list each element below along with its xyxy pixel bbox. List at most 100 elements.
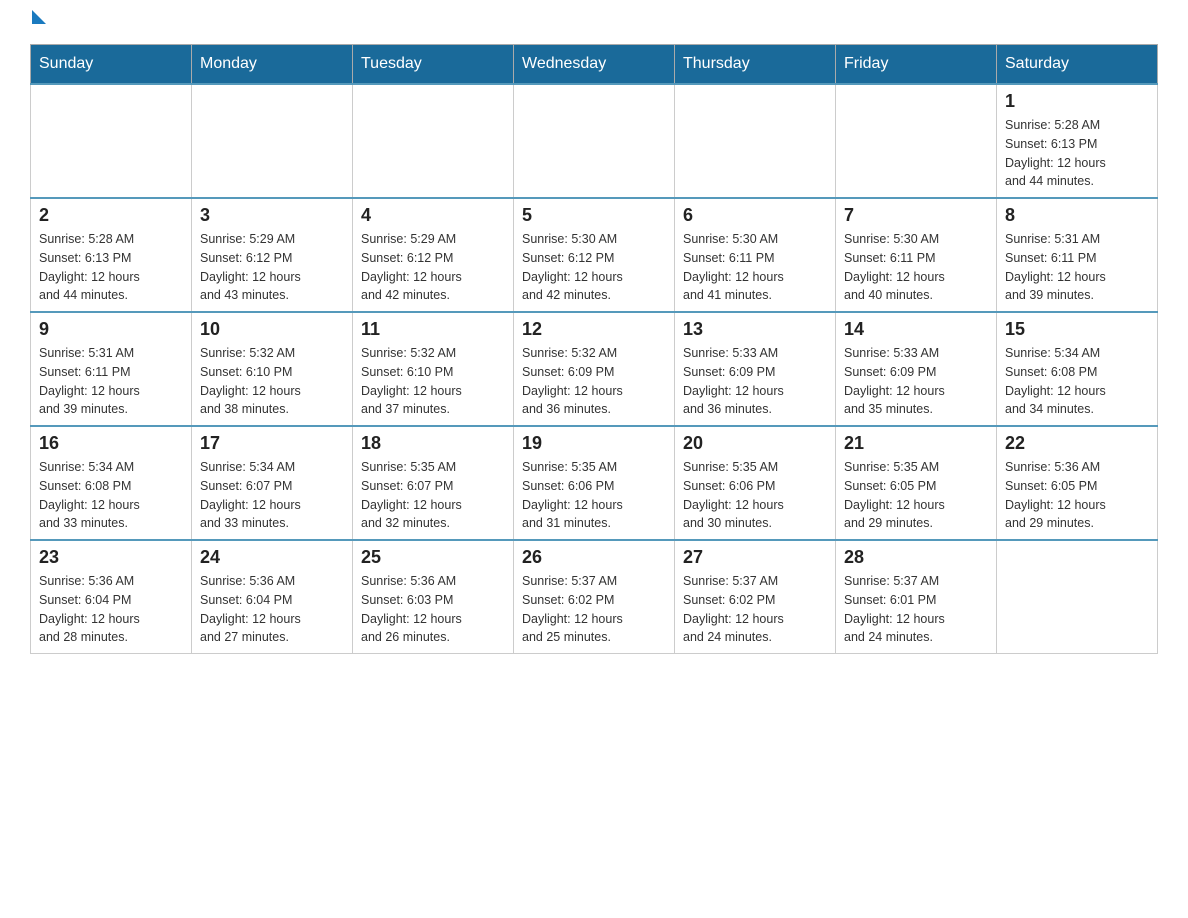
day-number: 20 [683, 433, 827, 454]
calendar-day-cell: 25 Sunrise: 5:36 AM Sunset: 6:03 PM Dayli… [353, 540, 514, 654]
day-number: 23 [39, 547, 183, 568]
day-info: Sunrise: 5:29 AM Sunset: 6:12 PM Dayligh… [200, 230, 344, 305]
day-info: Sunrise: 5:28 AM Sunset: 6:13 PM Dayligh… [1005, 116, 1149, 191]
calendar-day-cell [675, 84, 836, 198]
day-number: 27 [683, 547, 827, 568]
day-info: Sunrise: 5:30 AM Sunset: 6:12 PM Dayligh… [522, 230, 666, 305]
day-header-thursday: Thursday [675, 45, 836, 85]
calendar-week-row: 16Sunrise: 5:34 AM Sunset: 6:08 PM Dayli… [31, 426, 1158, 540]
calendar-day-cell: 26Sunrise: 5:37 AM Sunset: 6:02 PM Dayli… [514, 540, 675, 654]
day-number: 25 [361, 547, 505, 568]
day-number: 9 [39, 319, 183, 340]
day-number: 1 [1005, 91, 1149, 112]
day-info: Sunrise: 5:35 AM Sunset: 6:05 PM Dayligh… [844, 458, 988, 533]
calendar-day-cell [192, 84, 353, 198]
calendar-day-cell [514, 84, 675, 198]
day-info: Sunrise: 5:29 AM Sunset: 6:12 PM Dayligh… [361, 230, 505, 305]
day-number: 17 [200, 433, 344, 454]
calendar-day-cell: 17 Sunrise: 5:34 AM Sunset: 6:07 PM Dayli… [192, 426, 353, 540]
day-info: Sunrise: 5:36 AM Sunset: 6:04 PM Dayligh… [200, 572, 344, 647]
day-info: Sunrise: 5:35 AM Sunset: 6:06 PM Dayligh… [683, 458, 827, 533]
calendar-day-cell [31, 84, 192, 198]
day-info: Sunrise: 5:35 AM Sunset: 6:06 PM Dayligh… [522, 458, 666, 533]
day-number: 26 [522, 547, 666, 568]
calendar-day-cell: 6 Sunrise: 5:30 AM Sunset: 6:11 PM Daylig… [675, 198, 836, 312]
day-number: 24 [200, 547, 344, 568]
day-number: 12 [522, 319, 666, 340]
calendar-day-cell: 28 Sunrise: 5:37 AM Sunset: 6:01 PM Dayli… [836, 540, 997, 654]
calendar-week-row: 2 Sunrise: 5:28 AM Sunset: 6:13 PM Daylig… [31, 198, 1158, 312]
day-number: 18 [361, 433, 505, 454]
calendar-day-cell: 4 Sunrise: 5:29 AM Sunset: 6:12 PM Daylig… [353, 198, 514, 312]
calendar-day-cell: 23 Sunrise: 5:36 AM Sunset: 6:04 PM Dayli… [31, 540, 192, 654]
calendar-week-row: 23 Sunrise: 5:36 AM Sunset: 6:04 PM Dayli… [31, 540, 1158, 654]
logo-arrow-icon [32, 10, 46, 24]
day-info: Sunrise: 5:32 AM Sunset: 6:10 PM Dayligh… [200, 344, 344, 419]
day-info: Sunrise: 5:32 AM Sunset: 6:09 PM Dayligh… [522, 344, 666, 419]
calendar-day-cell: 24 Sunrise: 5:36 AM Sunset: 6:04 PM Dayli… [192, 540, 353, 654]
calendar-day-cell: 20 Sunrise: 5:35 AM Sunset: 6:06 PM Dayli… [675, 426, 836, 540]
calendar-day-cell: 13Sunrise: 5:33 AM Sunset: 6:09 PM Dayli… [675, 312, 836, 426]
day-number: 22 [1005, 433, 1149, 454]
day-info: Sunrise: 5:34 AM Sunset: 6:08 PM Dayligh… [39, 458, 183, 533]
day-number: 13 [683, 319, 827, 340]
calendar-day-cell: 10 Sunrise: 5:32 AM Sunset: 6:10 PM Dayli… [192, 312, 353, 426]
day-number: 21 [844, 433, 988, 454]
day-info: Sunrise: 5:31 AM Sunset: 6:11 PM Dayligh… [1005, 230, 1149, 305]
day-number: 7 [844, 205, 988, 226]
day-number: 15 [1005, 319, 1149, 340]
day-info: Sunrise: 5:34 AM Sunset: 6:08 PM Dayligh… [1005, 344, 1149, 419]
day-number: 5 [522, 205, 666, 226]
day-info: Sunrise: 5:31 AM Sunset: 6:11 PM Dayligh… [39, 344, 183, 419]
day-number: 14 [844, 319, 988, 340]
calendar-day-cell: 18Sunrise: 5:35 AM Sunset: 6:07 PM Dayli… [353, 426, 514, 540]
calendar-day-cell [353, 84, 514, 198]
day-number: 6 [683, 205, 827, 226]
logo [30, 20, 46, 24]
day-number: 2 [39, 205, 183, 226]
calendar-day-cell: 5 Sunrise: 5:30 AM Sunset: 6:12 PM Daylig… [514, 198, 675, 312]
day-header-tuesday: Tuesday [353, 45, 514, 85]
day-header-saturday: Saturday [997, 45, 1158, 85]
day-info: Sunrise: 5:36 AM Sunset: 6:03 PM Dayligh… [361, 572, 505, 647]
day-info: Sunrise: 5:30 AM Sunset: 6:11 PM Dayligh… [844, 230, 988, 305]
calendar-day-cell: 16Sunrise: 5:34 AM Sunset: 6:08 PM Dayli… [31, 426, 192, 540]
calendar-table: SundayMondayTuesdayWednesdayThursdayFrid… [30, 44, 1158, 654]
day-info: Sunrise: 5:28 AM Sunset: 6:13 PM Dayligh… [39, 230, 183, 305]
calendar-day-cell: 19 Sunrise: 5:35 AM Sunset: 6:06 PM Dayli… [514, 426, 675, 540]
day-number: 10 [200, 319, 344, 340]
day-number: 3 [200, 205, 344, 226]
day-info: Sunrise: 5:37 AM Sunset: 6:01 PM Dayligh… [844, 572, 988, 647]
day-header-monday: Monday [192, 45, 353, 85]
calendar-day-cell: 9 Sunrise: 5:31 AM Sunset: 6:11 PM Daylig… [31, 312, 192, 426]
day-info: Sunrise: 5:36 AM Sunset: 6:04 PM Dayligh… [39, 572, 183, 647]
day-number: 28 [844, 547, 988, 568]
calendar-day-cell: 2 Sunrise: 5:28 AM Sunset: 6:13 PM Daylig… [31, 198, 192, 312]
day-info: Sunrise: 5:37 AM Sunset: 6:02 PM Dayligh… [683, 572, 827, 647]
calendar-day-cell [997, 540, 1158, 654]
day-info: Sunrise: 5:32 AM Sunset: 6:10 PM Dayligh… [361, 344, 505, 419]
calendar-day-cell: 21 Sunrise: 5:35 AM Sunset: 6:05 PM Dayli… [836, 426, 997, 540]
day-number: 4 [361, 205, 505, 226]
day-info: Sunrise: 5:36 AM Sunset: 6:05 PM Dayligh… [1005, 458, 1149, 533]
day-number: 8 [1005, 205, 1149, 226]
calendar-day-cell: 3 Sunrise: 5:29 AM Sunset: 6:12 PM Daylig… [192, 198, 353, 312]
day-info: Sunrise: 5:33 AM Sunset: 6:09 PM Dayligh… [844, 344, 988, 419]
calendar-day-cell: 22 Sunrise: 5:36 AM Sunset: 6:05 PM Dayli… [997, 426, 1158, 540]
day-info: Sunrise: 5:30 AM Sunset: 6:11 PM Dayligh… [683, 230, 827, 305]
page-header [30, 20, 1158, 24]
calendar-day-cell: 12 Sunrise: 5:32 AM Sunset: 6:09 PM Dayli… [514, 312, 675, 426]
calendar-day-cell: 7 Sunrise: 5:30 AM Sunset: 6:11 PM Daylig… [836, 198, 997, 312]
day-header-sunday: Sunday [31, 45, 192, 85]
calendar-day-cell: 11 Sunrise: 5:32 AM Sunset: 6:10 PM Dayli… [353, 312, 514, 426]
calendar-day-cell: 8 Sunrise: 5:31 AM Sunset: 6:11 PM Daylig… [997, 198, 1158, 312]
day-header-friday: Friday [836, 45, 997, 85]
calendar-day-cell: 27 Sunrise: 5:37 AM Sunset: 6:02 PM Dayli… [675, 540, 836, 654]
day-number: 19 [522, 433, 666, 454]
calendar-header-row: SundayMondayTuesdayWednesdayThursdayFrid… [31, 45, 1158, 85]
day-info: Sunrise: 5:34 AM Sunset: 6:07 PM Dayligh… [200, 458, 344, 533]
calendar-day-cell [836, 84, 997, 198]
calendar-week-row: 9 Sunrise: 5:31 AM Sunset: 6:11 PM Daylig… [31, 312, 1158, 426]
calendar-day-cell: 14 Sunrise: 5:33 AM Sunset: 6:09 PM Dayli… [836, 312, 997, 426]
day-number: 11 [361, 319, 505, 340]
